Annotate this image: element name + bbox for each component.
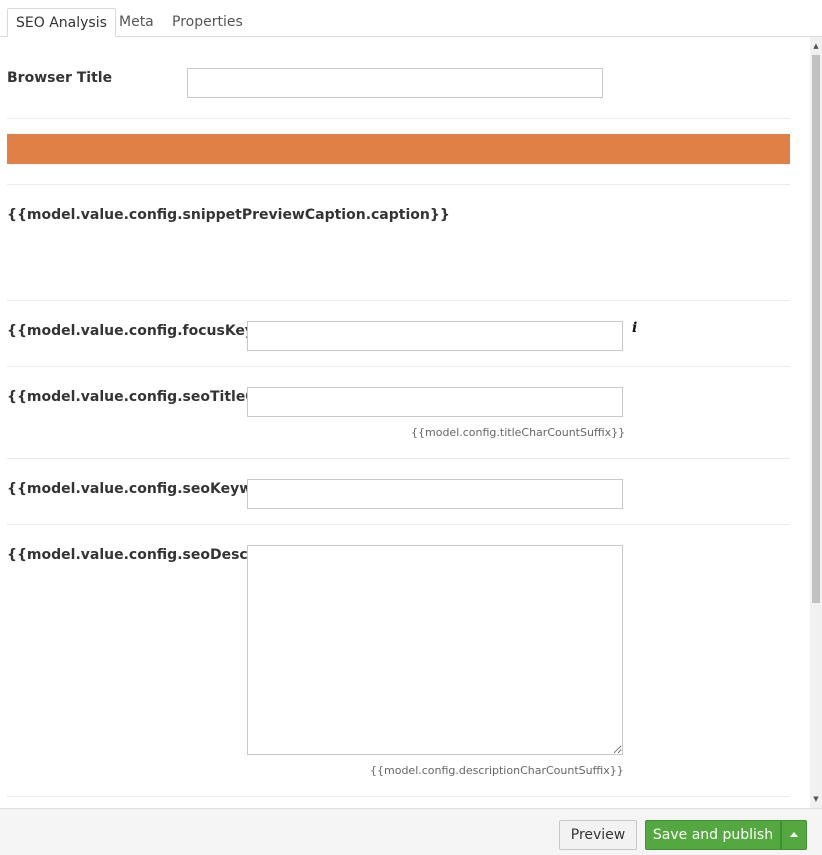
divider: [7, 524, 790, 525]
scroll-down-icon[interactable]: ▼: [810, 792, 822, 806]
divider: [7, 118, 790, 119]
divider: [7, 458, 790, 459]
publish-options-button[interactable]: [781, 820, 807, 850]
tab-bar: SEO Analysis Meta Properties: [0, 0, 822, 37]
focus-keyword-label: {{model.value.config.focusKeywordCaption…: [7, 323, 247, 339]
seo-description-label: {{model.value.config.seoDescriptionCapti…: [7, 547, 247, 563]
title-char-count-hint: {{model.config.titleCharCountSuffix}}: [411, 426, 626, 439]
divider: [7, 796, 790, 797]
seo-keywords-label: {{model.value.config.seoKeywordsCaption}…: [7, 481, 247, 497]
seo-title-input[interactable]: [247, 387, 623, 417]
save-and-publish-button[interactable]: Save and publish: [645, 820, 781, 850]
seo-description-textarea[interactable]: [247, 545, 623, 755]
tab-seo-analysis[interactable]: SEO Analysis: [7, 8, 116, 37]
info-icon[interactable]: i: [632, 320, 637, 336]
browser-title-label: Browser Title: [7, 70, 113, 86]
divider: [7, 366, 790, 367]
seo-keywords-input[interactable]: [247, 479, 623, 509]
snippet-preview-caption: {{model.value.config.snippetPreviewCapti…: [7, 207, 450, 223]
caret-up-icon: [790, 832, 798, 837]
browser-title-input[interactable]: [187, 68, 603, 98]
seo-analysis-panel: Browser Title {{model.value.config.snipp…: [0, 37, 810, 808]
seo-title-label: {{model.value.config.seoTitleCaption}}: [7, 389, 247, 405]
vertical-scrollbar[interactable]: ▲ ▼: [810, 37, 822, 808]
tab-meta[interactable]: Meta: [111, 8, 162, 37]
footer-toolbar: Preview Save and publish: [0, 808, 822, 855]
preview-button[interactable]: Preview: [559, 820, 637, 850]
tab-properties[interactable]: Properties: [164, 8, 251, 37]
focus-keyword-input[interactable]: [247, 321, 623, 351]
seo-score-bar: [7, 134, 790, 164]
description-char-count-hint: {{model.config.descriptionCharCountSuffi…: [370, 764, 624, 777]
divider: [7, 184, 790, 185]
scroll-thumb[interactable]: [812, 55, 820, 603]
scroll-up-icon[interactable]: ▲: [810, 39, 822, 53]
divider: [7, 300, 790, 301]
